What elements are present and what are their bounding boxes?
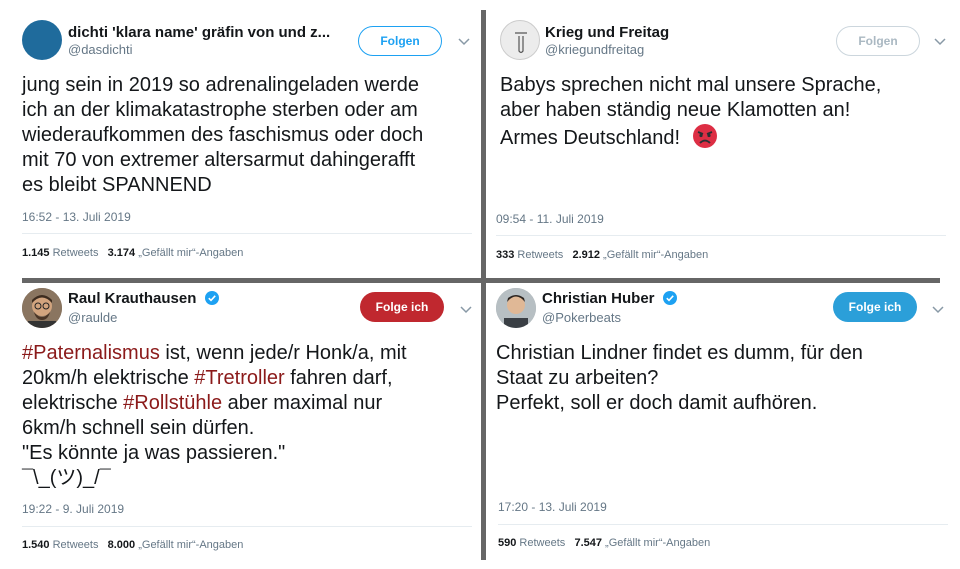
likes-label[interactable]: „Gefällt mir“-Angaben	[605, 537, 710, 549]
hashtag-link[interactable]: #Paternalismus	[22, 342, 160, 364]
tweet-text-segment: 20km/h elektrische	[22, 367, 195, 389]
divider	[22, 233, 472, 234]
tweet-stats: 333 Retweets 2.912 „Gefällt mir“-Angaben	[496, 249, 708, 261]
following-button[interactable]: Folge ich	[833, 292, 917, 322]
user-handle[interactable]: @dasdichti	[68, 42, 133, 57]
retweets-label[interactable]: Retweets	[53, 539, 99, 551]
chevron-down-icon[interactable]	[932, 306, 944, 314]
tweet-text-line: Armes Deutschland!	[500, 123, 881, 151]
tweet-text-line: Staat zu arbeiten?	[496, 367, 659, 389]
person-photo-icon	[496, 288, 536, 328]
tweet-timestamp[interactable]: 19:22 - 9. Juli 2019	[22, 502, 124, 516]
vertical-divider	[481, 10, 486, 560]
person-photo-icon	[22, 288, 62, 328]
display-name[interactable]: dichti 'klara name' gräfin von und z...	[68, 24, 330, 41]
tweet-text-line: ich an der klimakatastrophe sterben oder…	[22, 99, 418, 121]
tweet-text-line: Christian Lindner findet es dumm, für de…	[496, 342, 863, 364]
verified-badge-icon	[204, 291, 219, 305]
retweets-label[interactable]: Retweets	[53, 247, 99, 259]
follow-button[interactable]: Folgen	[836, 26, 920, 56]
tweet-text-line: 6km/h schnell sein dürfen.	[22, 417, 255, 439]
tweet-text-segment: aber maximal nur	[222, 392, 383, 414]
tweet-text-line: mit 70 von extremer altersarmut dahinger…	[22, 149, 416, 171]
tweet-text-line: elektrische #Rollstühle aber maximal nur	[22, 391, 407, 416]
divider	[22, 526, 472, 527]
tweet-text-line: Babys sprechen nicht mal unsere Sprache,	[500, 74, 882, 96]
tweet-text-line-content: Armes Deutschland!	[500, 127, 681, 149]
follow-button[interactable]: Folgen	[358, 26, 442, 56]
horizontal-divider	[22, 278, 940, 283]
user-handle[interactable]: @Pokerbeats	[542, 310, 621, 325]
divider	[498, 524, 948, 525]
retweets-count[interactable]: 1.540	[22, 539, 50, 551]
tweet-card-raulde: Raul Krauthausen @raulde Folge ich #Pate…	[0, 284, 482, 569]
tweet-text-line: wiederaufkommen des faschismus oder doch	[22, 124, 424, 146]
retweets-count[interactable]: 1.145	[22, 247, 50, 259]
verified-badge-icon	[662, 291, 677, 305]
avatar[interactable]	[500, 20, 540, 60]
tweet-text-segment: ist, wenn jede/r Honk/a, mit	[159, 342, 407, 364]
chevron-down-icon[interactable]	[458, 38, 470, 46]
hashtag-link[interactable]: #Rollstühle	[123, 392, 222, 414]
tweet-text-line: jung sein in 2019 so adrenalingeladen we…	[22, 74, 419, 96]
tweet-stats: 1.145 Retweets 3.174 „Gefällt mir“-Angab…	[22, 247, 243, 259]
retweets-label[interactable]: Retweets	[519, 537, 565, 549]
user-handle[interactable]: @kriegundfreitag	[545, 42, 644, 57]
chevron-down-icon[interactable]	[934, 38, 946, 46]
tweet-text-line: ¯\_(ツ)_/¯	[22, 467, 111, 489]
tweet-text: Babys sprechen nicht mal unsere Sprache,…	[500, 73, 881, 151]
tweet-text-line: #Paternalismus ist, wenn jede/r Honk/a, …	[22, 341, 407, 366]
likes-count[interactable]: 2.912	[572, 249, 600, 261]
tweet-timestamp[interactable]: 09:54 - 11. Juli 2019	[496, 212, 604, 226]
tweet-card-dasdichti: dichti 'klara name' gräfin von und z... …	[0, 0, 482, 280]
following-button[interactable]: Folge ich	[360, 292, 444, 322]
tweet-card-kriegundfreitag: Krieg und Freitag @kriegundfreitag Folge…	[486, 0, 960, 280]
likes-label[interactable]: „Gefällt mir“-Angaben	[603, 249, 708, 261]
avatar[interactable]	[22, 288, 62, 328]
display-name[interactable]: Christian Huber	[542, 290, 677, 307]
tweet-text-line: aber haben ständig neue Klamotten an!	[500, 99, 851, 121]
angry-face-emoji-icon	[692, 124, 717, 148]
user-handle[interactable]: @raulde	[68, 310, 117, 325]
retweets-count[interactable]: 590	[498, 537, 516, 549]
likes-count[interactable]: 3.174	[108, 247, 136, 259]
logo-sketch-icon	[515, 32, 527, 54]
tweet-text-line: Perfekt, soll er doch damit aufhören.	[496, 392, 818, 414]
likes-label[interactable]: „Gefällt mir“-Angaben	[138, 539, 243, 551]
likes-count[interactable]: 8.000	[108, 539, 136, 551]
tweet-stats: 590 Retweets 7.547 „Gefällt mir“-Angaben	[498, 537, 710, 549]
display-name-text[interactable]: Raul Krauthausen	[68, 290, 196, 307]
display-name[interactable]: Raul Krauthausen	[68, 290, 219, 307]
likes-label[interactable]: „Gefällt mir“-Angaben	[138, 247, 243, 259]
chevron-down-icon[interactable]	[460, 306, 472, 314]
tweet-text-segment: fahren darf,	[284, 367, 393, 389]
tweet-text: jung sein in 2019 so adrenalingeladen we…	[22, 73, 423, 198]
tweet-timestamp[interactable]: 16:52 - 13. Juli 2019	[22, 210, 131, 224]
hashtag-link[interactable]: #Tretroller	[194, 367, 284, 389]
tweet-text-line: "Es könnte ja was passieren."	[22, 442, 286, 464]
avatar[interactable]	[22, 20, 62, 60]
tweet-card-pokerbeats: Christian Huber @Pokerbeats Folge ich Ch…	[486, 284, 960, 569]
divider	[496, 235, 946, 236]
avatar[interactable]	[496, 288, 536, 328]
tweet-stats: 1.540 Retweets 8.000 „Gefällt mir“-Angab…	[22, 539, 243, 551]
display-name[interactable]: Krieg und Freitag	[545, 24, 669, 41]
tweet-text: #Paternalismus ist, wenn jede/r Honk/a, …	[22, 341, 407, 491]
likes-count[interactable]: 7.547	[574, 537, 602, 549]
tweet-text-line: es bleibt SPANNEND	[22, 174, 212, 196]
tweet-text: Christian Lindner findet es dumm, für de…	[496, 341, 863, 416]
tweet-text-line: 20km/h elektrische #Tretroller fahren da…	[22, 366, 407, 391]
tweet-timestamp[interactable]: 17:20 - 13. Juli 2019	[498, 500, 607, 514]
retweets-label[interactable]: Retweets	[517, 249, 563, 261]
retweets-count[interactable]: 333	[496, 249, 514, 261]
display-name-text[interactable]: Christian Huber	[542, 290, 655, 307]
tweet-text-segment: elektrische	[22, 392, 124, 414]
